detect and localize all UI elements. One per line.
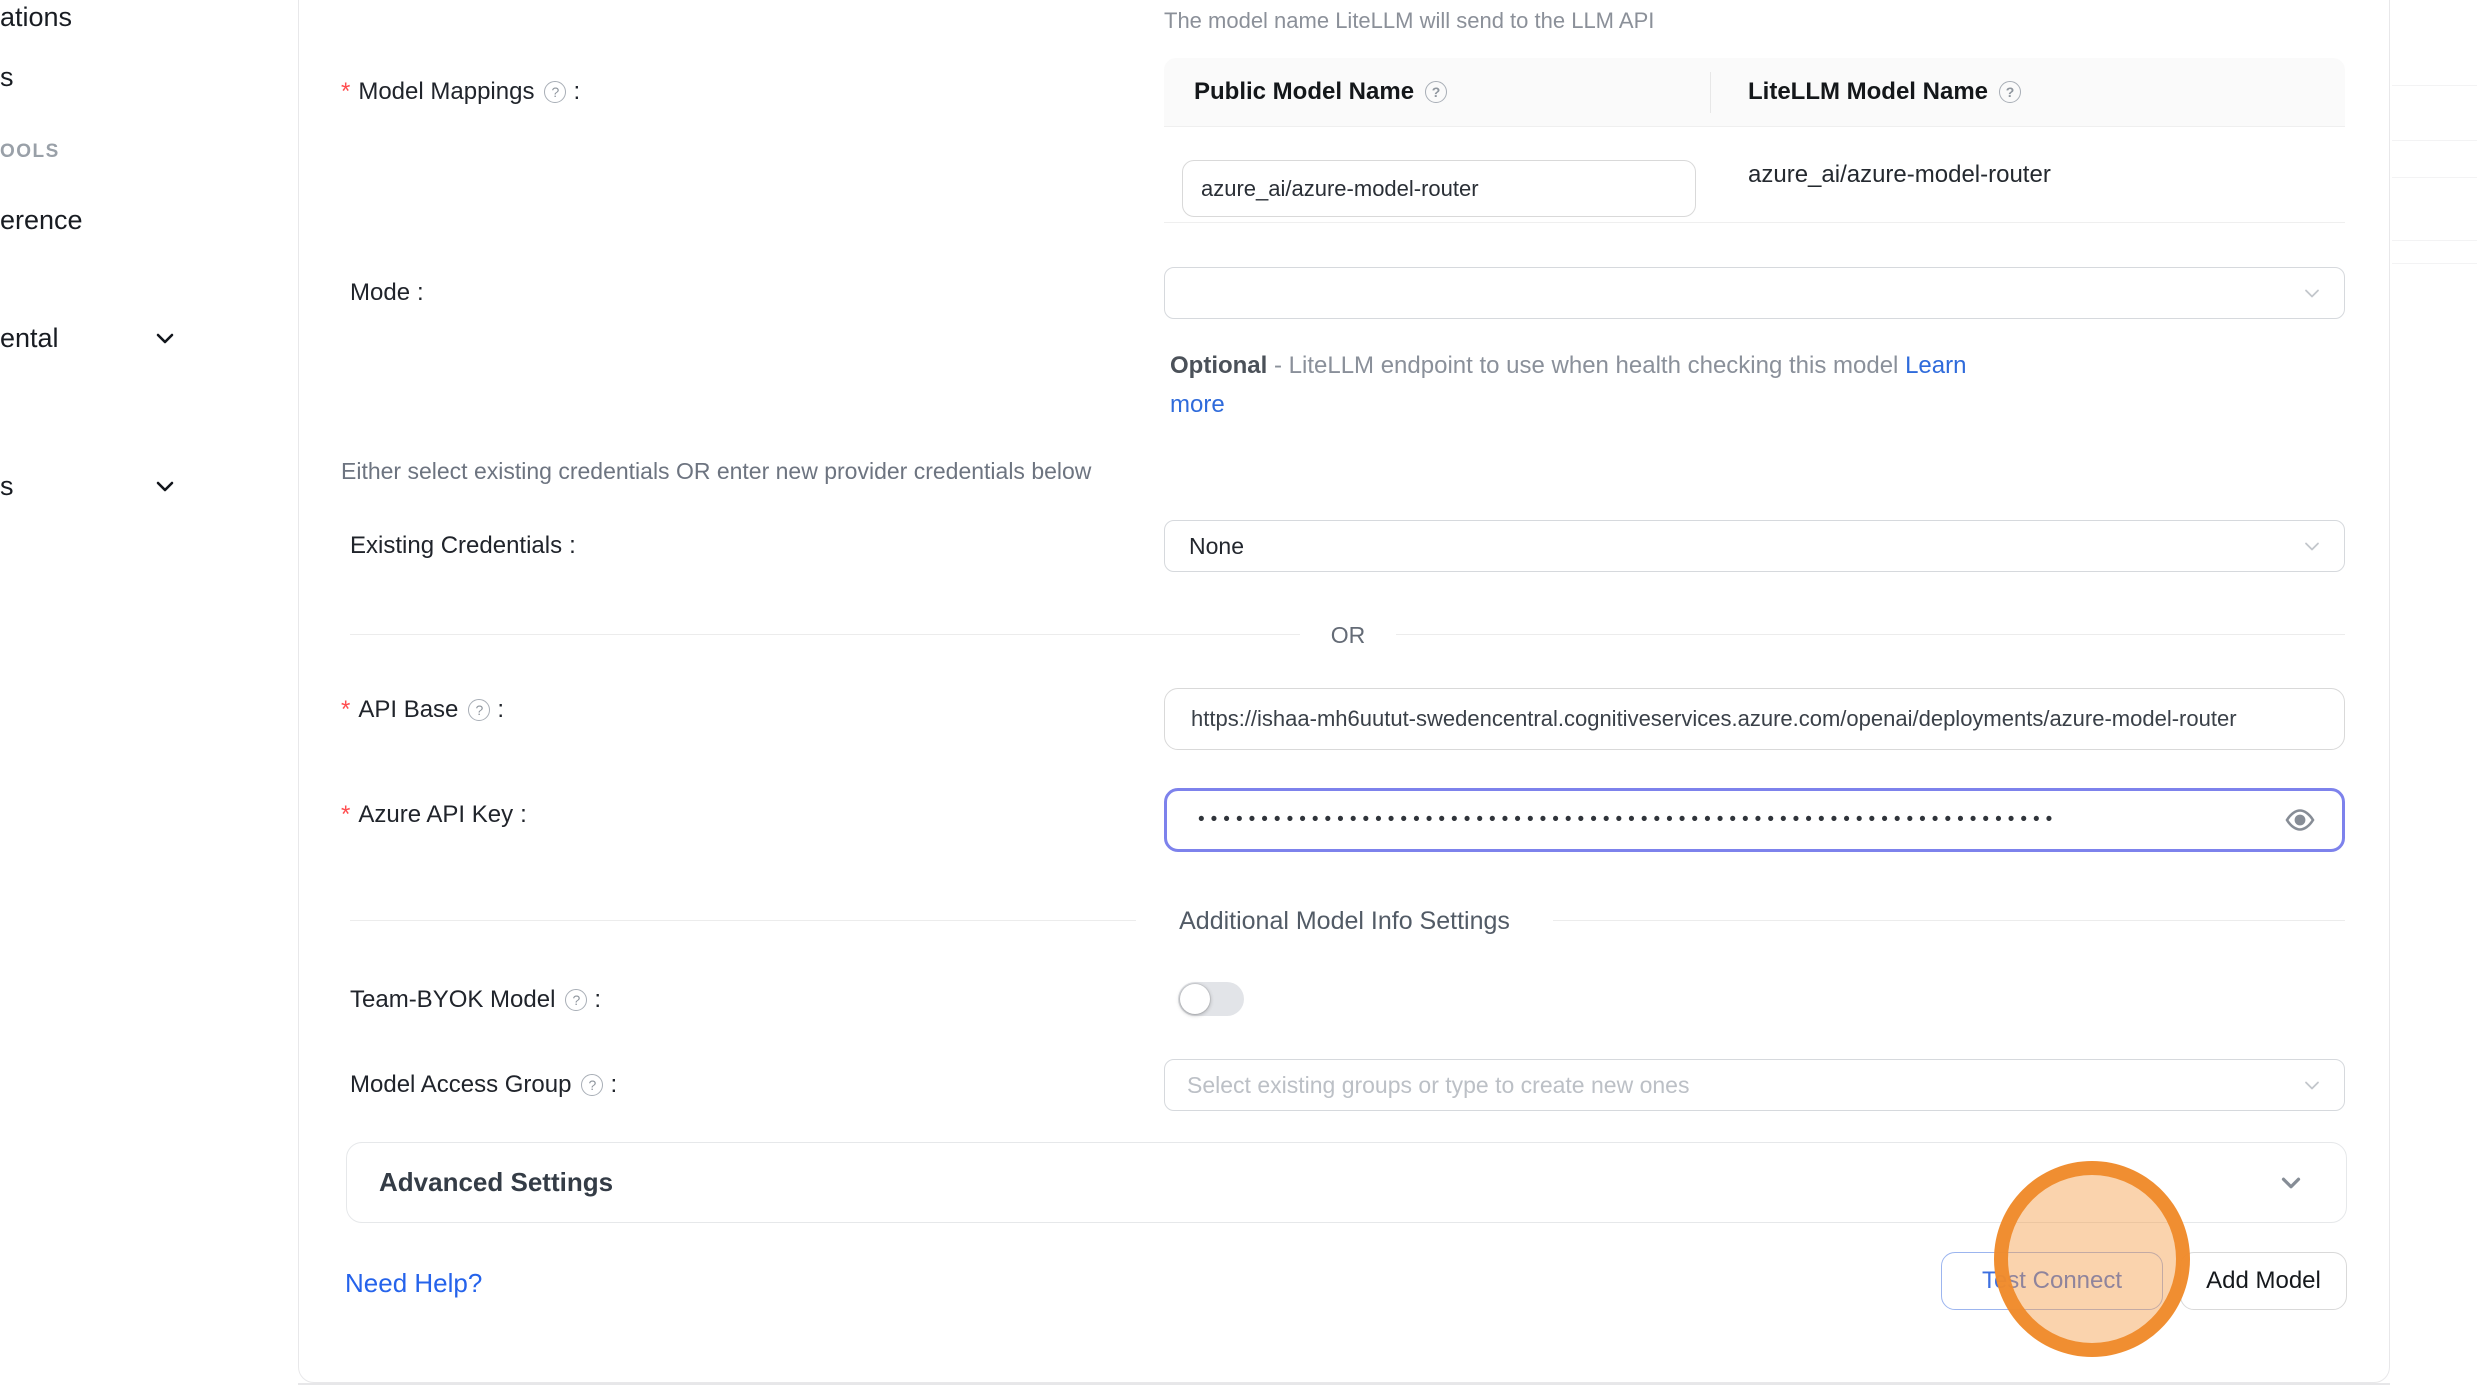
toggle-knob	[1180, 984, 1210, 1014]
eye-icon[interactable]	[2284, 804, 2316, 836]
gutter-line	[2392, 177, 2477, 178]
mode-help-body: - LiteLLM endpoint to use when health ch…	[1267, 352, 1905, 379]
public-model-name-input[interactable]	[1182, 160, 1696, 217]
gutter-line	[2392, 240, 2477, 241]
model-access-group-label-row: Model Access Group ? :	[350, 1071, 617, 1099]
model-access-group-label: Model Access Group	[350, 1071, 571, 1099]
optional-bold: Optional	[1170, 352, 1267, 379]
gutter-line	[2392, 85, 2477, 86]
sidebar-section-tools: OOLS	[0, 141, 60, 163]
api-base-input-wrap	[1164, 688, 2345, 750]
or-divider-text: OR	[1300, 620, 1396, 650]
chevron-down-icon[interactable]	[153, 326, 177, 350]
team-byok-label-row: Team-BYOK Model ? :	[350, 986, 601, 1014]
advanced-settings-title: Advanced Settings	[347, 1167, 613, 1198]
help-icon[interactable]: ?	[1425, 81, 1447, 103]
team-byok-label: Team-BYOK Model	[350, 986, 555, 1014]
public-model-name-header: Public Model Name ?	[1164, 78, 1710, 106]
sidebar-item-s2[interactable]: s	[0, 471, 14, 502]
required-asterisk: *	[341, 801, 350, 829]
api-base-input[interactable]	[1165, 706, 2344, 732]
model-mapping-row: azure_ai/azure-model-router	[1164, 127, 2345, 223]
existing-credentials-select[interactable]: None	[1164, 520, 2345, 572]
existing-credentials-label: Existing Credentials	[350, 532, 562, 560]
credentials-note: Either select existing credentials OR en…	[341, 458, 1091, 485]
password-dots: ••••••••••••••••••••••••••••••••••••••••…	[1167, 809, 2227, 831]
or-divider-line-left	[350, 634, 1300, 635]
label-colon: :	[520, 801, 527, 829]
sidebar-item-s1[interactable]: s	[0, 62, 14, 93]
label-colon: :	[569, 532, 576, 560]
help-icon[interactable]: ?	[565, 989, 587, 1011]
test-connect-button[interactable]: Test Connect	[1941, 1252, 2163, 1310]
model-mappings-table-header: Public Model Name ? LiteLLM Model Name ?	[1164, 58, 2345, 127]
label-colon: :	[610, 1071, 617, 1099]
litellm-model-name-header-text: LiteLLM Model Name	[1748, 78, 1988, 106]
help-icon[interactable]: ?	[581, 1074, 603, 1096]
info-divider-line-left	[350, 920, 1136, 921]
model-mappings-table: Public Model Name ? LiteLLM Model Name ?…	[1164, 58, 2345, 223]
mode-label: Mode	[350, 279, 410, 307]
chevron-down-icon[interactable]	[153, 474, 177, 498]
label-colon: :	[417, 279, 424, 307]
model-access-group-placeholder: Select existing groups or type to create…	[1165, 1072, 1689, 1099]
public-model-name-header-text: Public Model Name	[1194, 78, 1414, 106]
existing-credentials-value: None	[1165, 533, 1244, 560]
or-divider-line-right	[1396, 634, 2345, 635]
mode-label-row: Mode :	[350, 279, 424, 307]
litellm-model-name-value: azure_ai/azure-model-router	[1748, 127, 2051, 223]
help-icon[interactable]: ?	[1999, 81, 2021, 103]
add-model-screen: ations s OOLS erence ental s The model n…	[0, 0, 2477, 1385]
litellm-model-name-header: LiteLLM Model Name ?	[1710, 78, 2021, 106]
api-base-label-row: * API Base ? :	[341, 696, 504, 724]
model-mappings-label-row: * Model Mappings ? :	[341, 78, 580, 106]
gutter-line	[2392, 140, 2477, 141]
chevron-down-icon	[2300, 1073, 2324, 1097]
sidebar-item-ental[interactable]: ental	[0, 323, 59, 354]
sidebar-item-ations[interactable]: ations	[0, 2, 72, 33]
required-asterisk: *	[341, 696, 350, 724]
required-asterisk: *	[341, 78, 350, 106]
sidebar-item-erence[interactable]: erence	[0, 205, 83, 236]
api-base-label: API Base	[358, 696, 458, 724]
info-divider-text: Additional Model Info Settings	[1136, 906, 1553, 936]
add-model-button[interactable]: Add Model	[2180, 1252, 2347, 1310]
model-mappings-label: Model Mappings	[358, 78, 534, 106]
info-divider-line-right	[1553, 920, 2345, 921]
need-help-link[interactable]: Need Help?	[345, 1268, 482, 1299]
team-byok-toggle[interactable]	[1178, 982, 1244, 1016]
label-colon: :	[497, 696, 504, 724]
azure-api-key-input[interactable]: ••••••••••••••••••••••••••••••••••••••••…	[1164, 788, 2345, 852]
mode-help-text: Optional - LiteLLM endpoint to use when …	[1170, 346, 2000, 424]
help-icon[interactable]: ?	[544, 81, 566, 103]
column-divider	[1710, 72, 1711, 113]
label-colon: :	[594, 986, 601, 1014]
azure-api-key-label: Azure API Key	[358, 801, 513, 829]
gutter-line	[2392, 263, 2477, 264]
help-icon[interactable]: ?	[468, 699, 490, 721]
chevron-down-icon	[2276, 1168, 2306, 1198]
chevron-down-icon	[2300, 281, 2324, 305]
existing-credentials-label-row: Existing Credentials :	[350, 532, 576, 560]
advanced-settings-panel[interactable]: Advanced Settings	[346, 1142, 2347, 1223]
azure-api-key-label-row: * Azure API Key :	[341, 801, 527, 829]
model-access-group-select[interactable]: Select existing groups or type to create…	[1164, 1059, 2345, 1111]
mode-select[interactable]	[1164, 267, 2345, 319]
chevron-down-icon	[2300, 534, 2324, 558]
label-colon: :	[573, 78, 580, 106]
litellm-model-name-helper: The model name LiteLLM will send to the …	[1164, 8, 1654, 34]
